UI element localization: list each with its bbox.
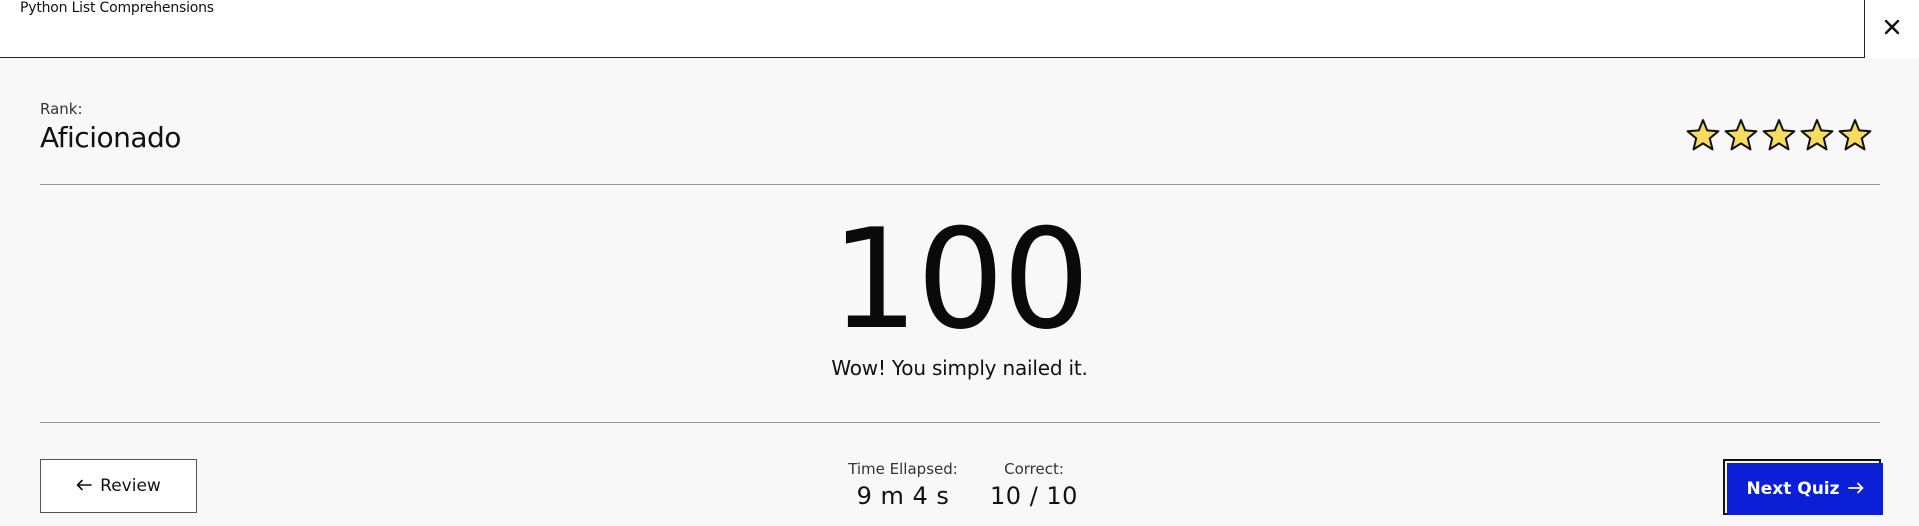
divider-bottom — [40, 422, 1880, 423]
star-rating — [1686, 118, 1872, 152]
star-icon — [1686, 118, 1720, 152]
correct-value: 10 / 10 — [990, 482, 1078, 510]
score-value: 100 — [830, 199, 1090, 360]
arrow-right-icon — [1847, 479, 1864, 499]
review-button[interactable]: Review — [40, 459, 197, 513]
score-message: Wow! You simply nailed it. — [831, 356, 1088, 380]
divider-top — [40, 184, 1880, 185]
quiz-title: Python List Comprehensions — [20, 0, 214, 16]
rank-label: Rank: — [40, 100, 83, 118]
rank-value: Aficionado — [40, 121, 181, 154]
time-stat: Time Ellapsed: 9 m 4 s — [842, 460, 964, 510]
next-quiz-face: Next Quiz — [1727, 463, 1883, 515]
star-icon — [1762, 118, 1796, 152]
star-icon — [1838, 118, 1872, 152]
time-value: 9 m 4 s — [856, 482, 950, 510]
next-quiz-button[interactable]: Next Quiz — [1723, 459, 1883, 515]
header-bar: Python List Comprehensions — [0, 0, 1919, 58]
close-button[interactable] — [1864, 0, 1919, 58]
next-quiz-label: Next Quiz — [1746, 479, 1840, 499]
star-icon — [1724, 118, 1758, 152]
star-icon — [1800, 118, 1834, 152]
time-label: Time Ellapsed: — [848, 460, 958, 478]
arrow-left-icon — [76, 476, 92, 496]
correct-label: Correct: — [1004, 460, 1064, 478]
close-icon — [1884, 19, 1900, 39]
review-label: Review — [100, 476, 161, 496]
correct-stat: Correct: 10 / 10 — [986, 460, 1082, 510]
